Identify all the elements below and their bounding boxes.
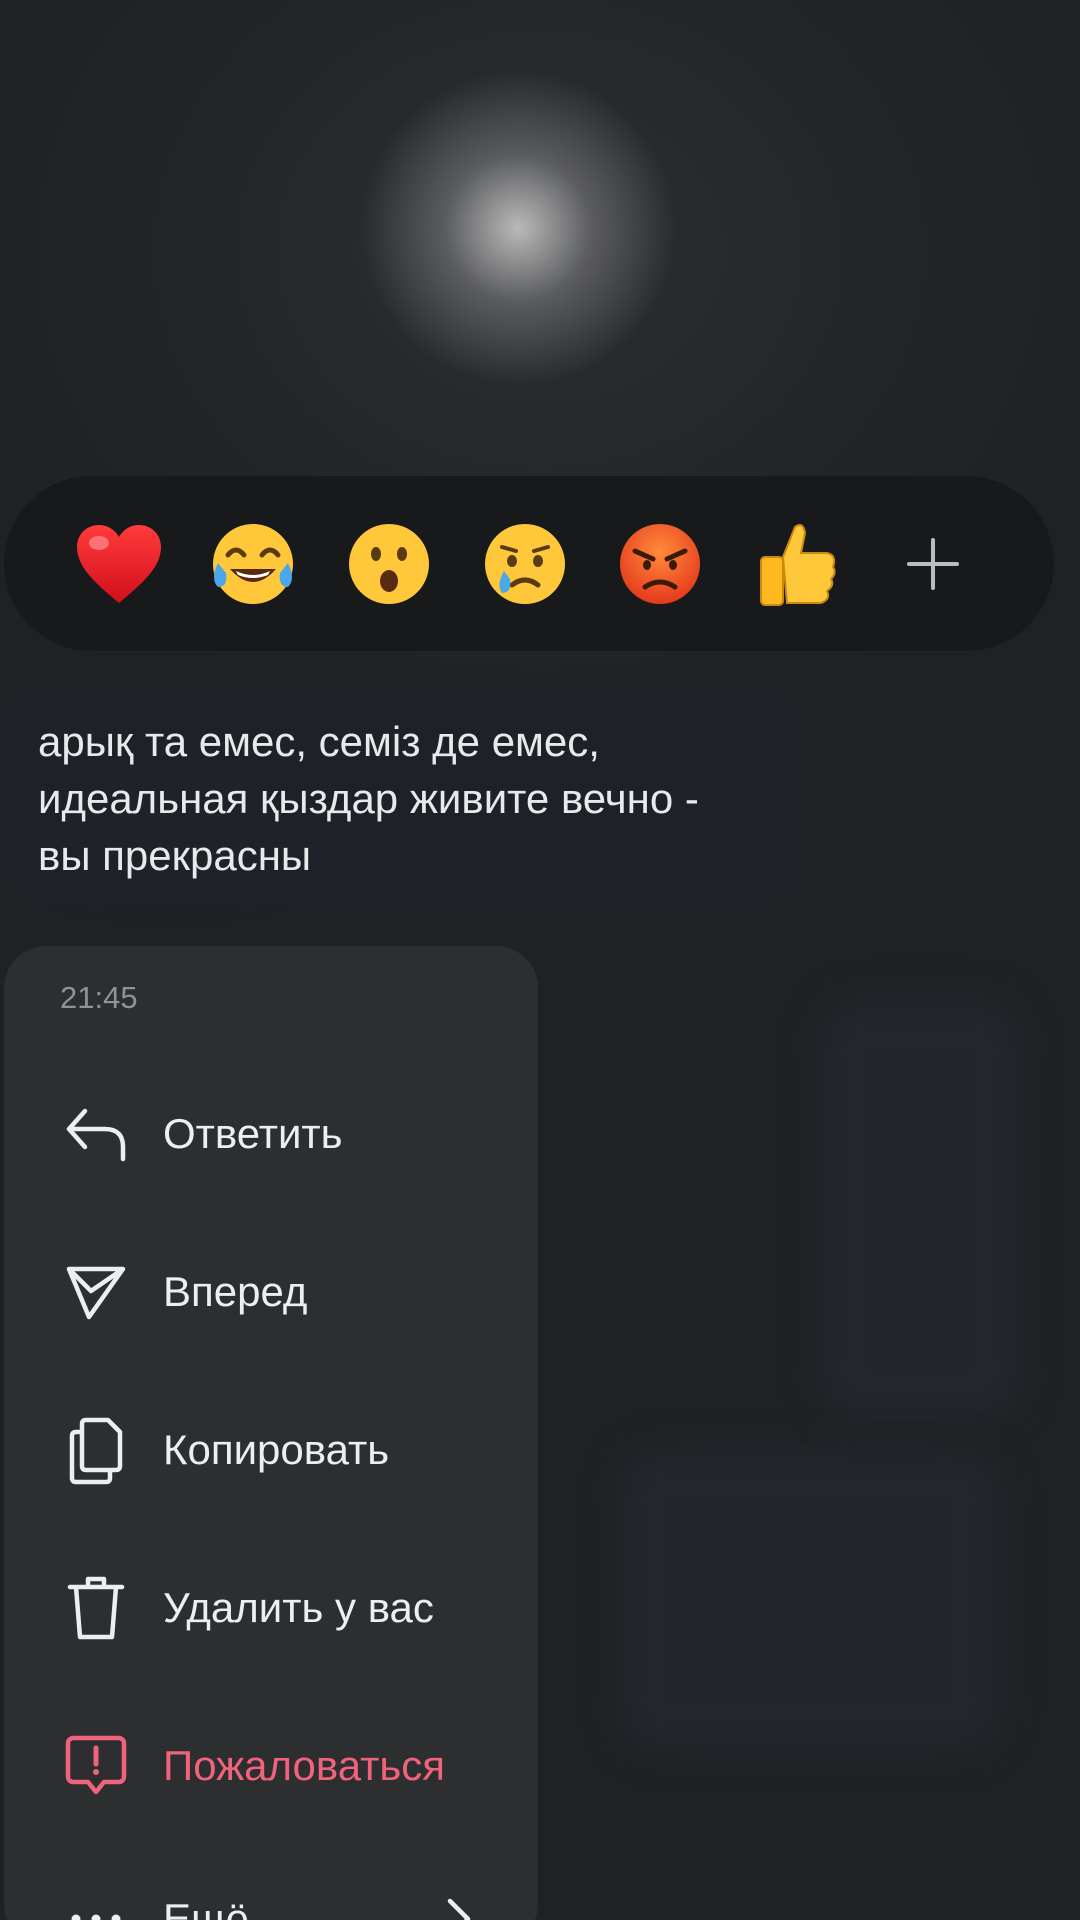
menu-item-delete[interactable]: Удалить у вас — [4, 1553, 538, 1663]
menu-item-label: Ответить — [163, 1110, 343, 1157]
background-blur-shape — [820, 1000, 1020, 1420]
angry-icon — [620, 524, 700, 604]
thumbs-up-icon — [760, 524, 836, 606]
menu-item-label: Копировать — [163, 1426, 390, 1473]
message-line: вы прекрасны — [38, 832, 312, 879]
heart-reaction-button[interactable] — [73, 518, 165, 610]
menu-item-forward[interactable]: Вперед — [4, 1237, 538, 1347]
background-blur-shape — [620, 1450, 1000, 1750]
reply-icon — [60, 1098, 132, 1170]
menu-item-label: Пожаловаться — [163, 1742, 446, 1789]
tears-of-joy-icon — [213, 524, 293, 604]
tears-of-joy-reaction-button[interactable] — [207, 518, 299, 610]
message-text: арық та емес, семіз де емес, идеальная қ… — [38, 713, 798, 884]
menu-item-report[interactable]: Пожаловаться — [4, 1711, 538, 1821]
crying-icon — [485, 524, 565, 604]
chevron-right-icon — [444, 1897, 474, 1920]
heart-icon — [77, 525, 161, 603]
menu-item-label: Удалить у вас — [163, 1584, 434, 1631]
trash-icon — [60, 1572, 132, 1644]
more-dots-icon — [60, 1883, 132, 1920]
plus-icon[interactable] — [905, 536, 961, 592]
surprised-reaction-button[interactable] — [343, 518, 435, 610]
angry-reaction-button[interactable] — [614, 518, 706, 610]
crying-reaction-button[interactable] — [479, 518, 571, 610]
menu-item-copy[interactable]: Копировать — [4, 1395, 538, 1505]
menu-item-label: Ещё — [163, 1895, 249, 1920]
menu-item-label: Вперед — [163, 1268, 308, 1315]
menu-item-more[interactable]: Ещё — [4, 1864, 538, 1920]
message-timestamp: 21:45 — [60, 980, 138, 1015]
message-line: арық та емес, семіз де емес, — [38, 718, 600, 765]
report-icon — [60, 1730, 132, 1802]
surprised-icon — [349, 524, 429, 604]
thumbs-up-reaction-button[interactable] — [750, 518, 842, 610]
menu-item-reply[interactable]: Ответить — [4, 1079, 538, 1189]
copy-icon — [60, 1414, 132, 1486]
forward-icon — [60, 1256, 132, 1328]
message-line: идеальная қыздар живите вечно - — [38, 775, 699, 822]
